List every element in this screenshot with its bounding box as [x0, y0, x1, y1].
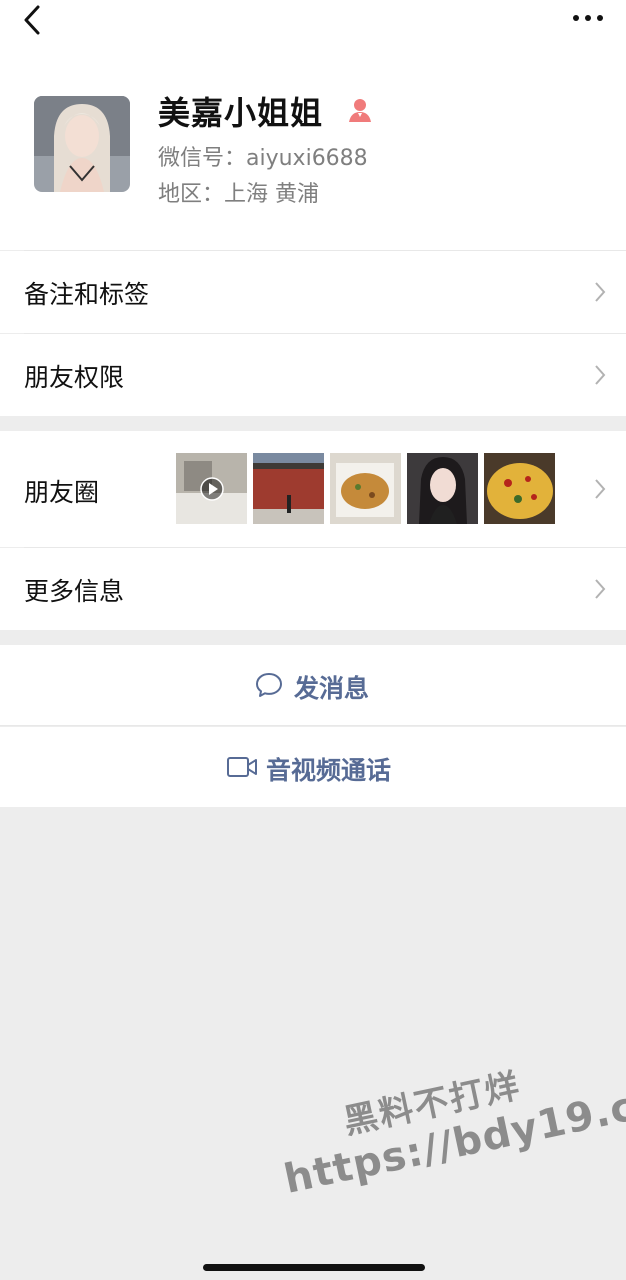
- video-thumbnail[interactable]: [176, 453, 247, 524]
- row-label: 朋友权限: [24, 363, 125, 392]
- video-call-label: 音视频通话: [266, 756, 392, 785]
- video-call-button[interactable]: 音视频通话: [0, 727, 626, 807]
- send-message-button[interactable]: 发消息: [0, 645, 626, 725]
- chevron-right-icon: [595, 282, 606, 302]
- chevron-right-icon: [595, 579, 606, 599]
- female-icon: [349, 99, 371, 122]
- divider: [0, 725, 626, 726]
- profile-header: 美嘉小姐姐 微信号：aiyuxi6688 地区：上海 黄浦: [0, 40, 626, 250]
- row-more-info[interactable]: 更多信息: [0, 548, 626, 630]
- food-photo[interactable]: [330, 453, 401, 524]
- back-arrow-icon[interactable]: [18, 4, 48, 36]
- selfie-photo[interactable]: [407, 453, 478, 524]
- contact-name: 美嘉小姐姐: [158, 94, 324, 132]
- row-moments[interactable]: 朋友圈: [0, 431, 626, 547]
- row-friend-permissions[interactable]: 朋友权限: [0, 334, 626, 416]
- watermark: 黑料不打烊 https://bdy19.co: [270, 1030, 626, 1203]
- wechat-id: 微信号：aiyuxi6688: [158, 146, 368, 171]
- row-label: 更多信息: [24, 577, 125, 606]
- region: 地区：上海 黄浦: [158, 182, 319, 207]
- more-options-icon[interactable]: [570, 8, 606, 28]
- dish-photo[interactable]: [484, 453, 555, 524]
- row-remark-tags[interactable]: 备注和标签: [0, 251, 626, 333]
- row-label: 朋友圈: [24, 478, 100, 507]
- chevron-right-icon: [595, 479, 606, 499]
- row-label: 备注和标签: [24, 280, 150, 309]
- chat-bubble-icon: [256, 673, 282, 697]
- home-indicator[interactable]: [203, 1264, 425, 1271]
- send-message-label: 发消息: [294, 674, 370, 703]
- avatar[interactable]: [34, 96, 130, 192]
- video-camera-icon: [227, 757, 257, 777]
- street-photo[interactable]: [253, 453, 324, 524]
- chevron-right-icon: [595, 365, 606, 385]
